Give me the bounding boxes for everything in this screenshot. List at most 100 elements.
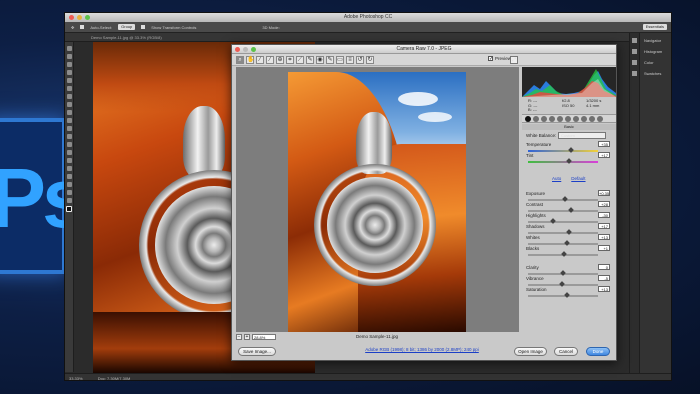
- presets-tab-icon[interactable]: [589, 115, 595, 122]
- panel-color[interactable]: Color: [630, 57, 671, 68]
- split-toning-tab-icon[interactable]: [557, 115, 563, 122]
- zoom-window-button[interactable]: [85, 15, 90, 20]
- hsl-tab-icon[interactable]: [549, 115, 555, 122]
- straighten-tool-button[interactable]: ⟋: [296, 55, 304, 64]
- slider-track[interactable]: [528, 229, 598, 235]
- slider-thumb[interactable]: [565, 158, 572, 164]
- adjustment-brush-button[interactable]: ✎: [326, 55, 334, 64]
- stamp-tool-icon[interactable]: [66, 110, 72, 115]
- detail-tab-icon[interactable]: [541, 115, 547, 122]
- slider-thumb[interactable]: [562, 196, 568, 202]
- slider-track[interactable]: [528, 147, 598, 153]
- rotate-left-button[interactable]: ↺: [356, 55, 364, 64]
- fullscreen-button[interactable]: ⤢: [510, 56, 518, 64]
- slider-value-field[interactable]: +35: [598, 141, 610, 147]
- slider-value-field[interactable]: +13: [598, 234, 610, 240]
- dialog-close-button[interactable]: [235, 47, 240, 52]
- gradient-tool-icon[interactable]: [66, 134, 72, 139]
- slider-thumb[interactable]: [568, 147, 575, 153]
- preview-image[interactable]: [288, 72, 466, 332]
- rotate-right-button[interactable]: ↻: [366, 55, 374, 64]
- preferences-button[interactable]: ≡: [346, 55, 354, 64]
- slider-thumb[interactable]: [565, 229, 572, 235]
- panel-swatches[interactable]: Swatches: [630, 68, 671, 79]
- color-sampler-tool-button[interactable]: ⁄: [266, 55, 274, 64]
- slider-track[interactable]: [528, 251, 598, 257]
- shape-tool-icon[interactable]: [66, 182, 72, 187]
- layer-select-dropdown[interactable]: Group: [118, 24, 136, 30]
- graduated-filter-button[interactable]: ▭: [336, 55, 344, 64]
- blur-tool-icon[interactable]: [66, 142, 72, 147]
- slider-track[interactable]: [528, 207, 598, 213]
- move-tool-icon[interactable]: ✥: [71, 25, 74, 30]
- lasso-tool-icon[interactable]: [66, 62, 72, 67]
- workflow-options-link[interactable]: Adobe RGB (1998); 8 bit; 1386 by 2000 (2…: [352, 347, 492, 352]
- hand-tool-icon[interactable]: [66, 190, 72, 195]
- camera-calibration-tab-icon[interactable]: [581, 115, 587, 122]
- workspace-dropdown[interactable]: Essentials: [642, 24, 667, 30]
- pen-tool-icon[interactable]: [66, 158, 72, 163]
- slider-value-field[interactable]: +17: [598, 223, 610, 229]
- slider-thumb[interactable]: [564, 240, 571, 246]
- targeted-adjustment-tool-button[interactable]: ⊕: [276, 55, 284, 64]
- lens-corrections-tab-icon[interactable]: [565, 115, 571, 122]
- slider-value-field[interactable]: 0: [598, 264, 610, 270]
- zoom-tool-button[interactable]: ⌕: [236, 55, 244, 64]
- show-transform-checkbox[interactable]: [141, 25, 146, 29]
- open-image-button[interactable]: Open Image: [514, 347, 547, 356]
- move-tool-icon[interactable]: [66, 46, 72, 51]
- foreground-color-swatch[interactable]: [66, 206, 72, 212]
- zoom-level-select[interactable]: 28.8%: [252, 334, 276, 340]
- zoom-tool-icon[interactable]: [66, 198, 72, 203]
- slider-track[interactable]: [528, 281, 598, 287]
- slider-value-field[interactable]: +1: [598, 245, 610, 251]
- slider-value-field[interactable]: +13: [598, 286, 610, 292]
- history-brush-tool-icon[interactable]: [66, 118, 72, 123]
- path-select-tool-icon[interactable]: [66, 174, 72, 179]
- slider-track[interactable]: [528, 196, 598, 202]
- dialog-zoom-button[interactable]: [251, 47, 256, 52]
- white-balance-tool-button[interactable]: ⁄: [256, 55, 264, 64]
- healing-tool-icon[interactable]: [66, 94, 72, 99]
- auto-link[interactable]: Auto: [552, 176, 561, 181]
- spot-removal-tool-button[interactable]: ✎: [306, 55, 314, 64]
- type-tool-icon[interactable]: [66, 166, 72, 171]
- default-link[interactable]: Default: [571, 176, 585, 181]
- crop-tool-icon[interactable]: [66, 78, 72, 83]
- slider-value-field[interactable]: -5: [598, 275, 610, 281]
- eyedropper-tool-icon[interactable]: [66, 86, 72, 91]
- slider-thumb[interactable]: [560, 251, 567, 257]
- eraser-tool-icon[interactable]: [66, 126, 72, 131]
- done-button[interactable]: Done: [586, 347, 610, 356]
- white-balance-select[interactable]: Custom: [558, 132, 606, 139]
- save-image-button[interactable]: Save Image...: [238, 347, 276, 356]
- brush-tool-icon[interactable]: [66, 102, 72, 107]
- snapshots-tab-icon[interactable]: [597, 115, 603, 122]
- tone-curve-tab-icon[interactable]: [533, 115, 539, 122]
- zoom-in-button[interactable]: +: [244, 334, 250, 340]
- minimize-window-button[interactable]: [77, 15, 82, 20]
- close-window-button[interactable]: [69, 15, 74, 20]
- slider-value-field[interactable]: +0.35: [598, 190, 610, 196]
- cancel-button[interactable]: Cancel: [554, 347, 578, 356]
- slider-thumb[interactable]: [568, 207, 575, 213]
- auto-select-checkbox[interactable]: [80, 25, 85, 29]
- slider-thumb[interactable]: [564, 292, 571, 298]
- preview-toggle[interactable]: ✓ Preview: [488, 56, 511, 62]
- slider-value-field[interactable]: -30: [598, 212, 610, 218]
- slider-value-field[interactable]: +17: [598, 152, 610, 158]
- panel-navigator[interactable]: Navigator: [630, 35, 671, 46]
- slider-track[interactable]: [528, 240, 598, 246]
- slider-track[interactable]: [528, 292, 598, 298]
- dodge-tool-icon[interactable]: [66, 150, 72, 155]
- preview-checkbox[interactable]: ✓: [488, 56, 493, 62]
- hand-tool-button[interactable]: ✋: [246, 55, 254, 64]
- crop-tool-button[interactable]: ⌗: [286, 55, 294, 64]
- status-zoom[interactable]: 33.33%: [69, 376, 83, 380]
- document-tab[interactable]: Demo Sample-11.jpg @ 33.3% (RGB/8): [65, 33, 671, 42]
- marquee-tool-icon[interactable]: [66, 54, 72, 59]
- red-eye-tool-button[interactable]: ◉: [316, 55, 324, 64]
- zoom-out-button[interactable]: −: [236, 334, 242, 340]
- slider-track[interactable]: [528, 158, 598, 164]
- slider-thumb[interactable]: [560, 270, 566, 276]
